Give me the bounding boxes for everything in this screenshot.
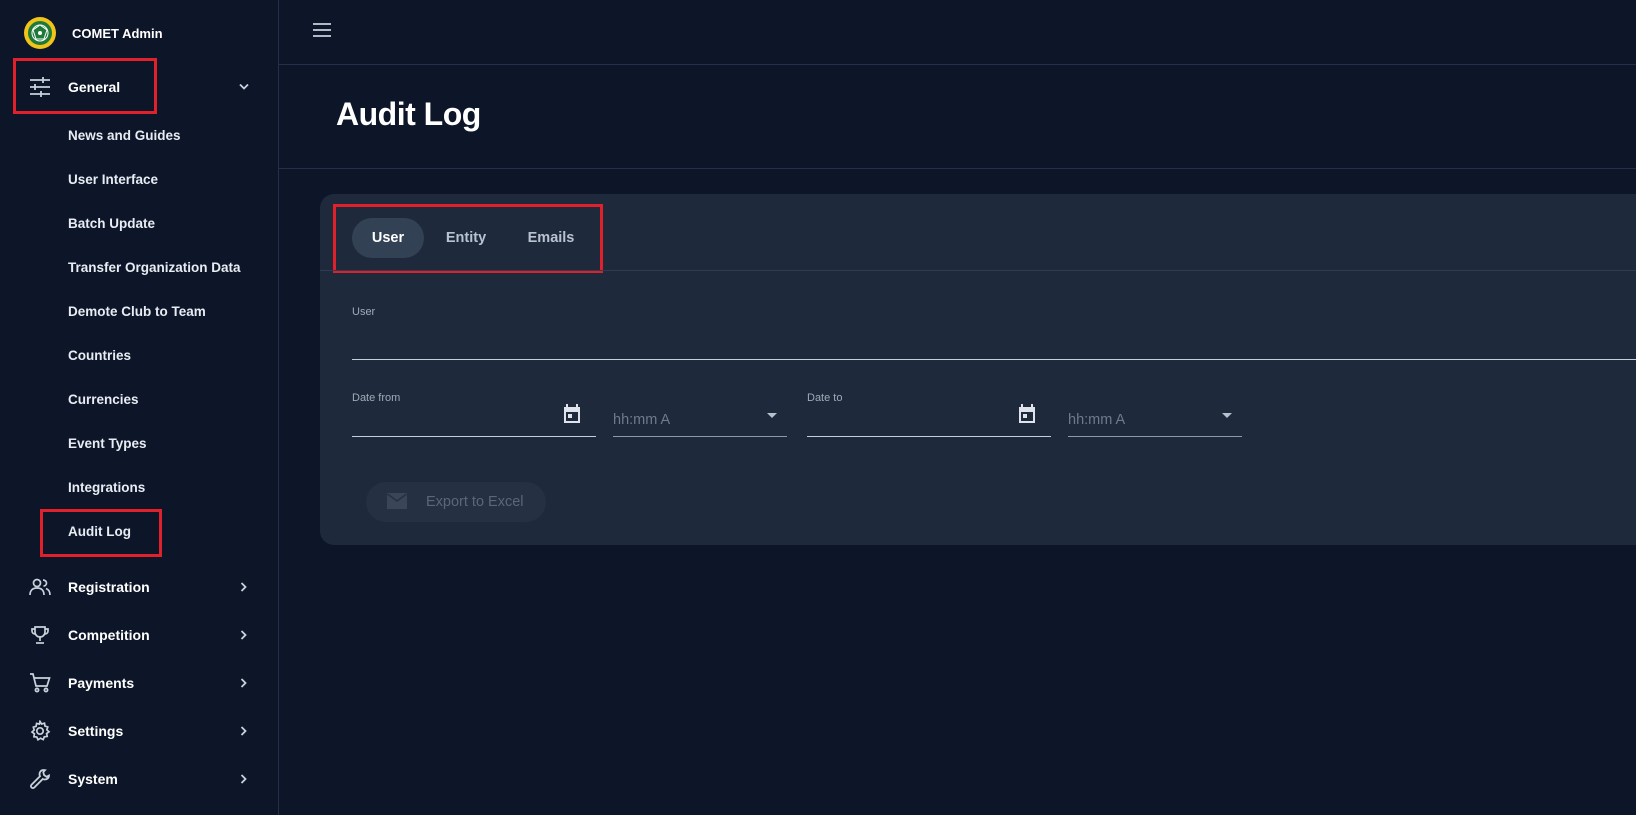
tabs-divider bbox=[320, 270, 1636, 271]
export-to-excel-label: Export to Excel bbox=[426, 494, 524, 510]
brand[interactable]: COMET Admin bbox=[24, 17, 163, 49]
people-icon bbox=[28, 575, 52, 599]
sidebar-item-registration[interactable]: Registration bbox=[0, 565, 279, 609]
comet-logo-icon bbox=[24, 17, 56, 49]
user-input[interactable] bbox=[352, 320, 1636, 354]
calendar-icon[interactable] bbox=[1017, 404, 1037, 424]
sidebar-item-countries[interactable]: Countries bbox=[68, 340, 131, 370]
time-to-underline bbox=[1068, 436, 1242, 437]
app-title: COMET Admin bbox=[72, 25, 163, 41]
tab-entity[interactable]: Entity bbox=[430, 218, 502, 258]
sidebar-item-news-and-guides[interactable]: News and Guides bbox=[68, 120, 181, 150]
sidebar-item-demote-club-to-team[interactable]: Demote Club to Team bbox=[68, 296, 206, 326]
gear-icon bbox=[28, 719, 52, 743]
calendar-icon[interactable] bbox=[562, 404, 582, 424]
sidebar-item-competition-label: Competition bbox=[68, 627, 150, 643]
sidebar-item-competition[interactable]: Competition bbox=[0, 613, 279, 657]
time-to-select[interactable]: hh:mm A bbox=[1068, 412, 1125, 428]
date-to-input[interactable] bbox=[807, 404, 1007, 430]
user-field-label: User bbox=[352, 306, 376, 318]
time-from-select[interactable]: hh:mm A bbox=[613, 412, 670, 428]
date-from-input[interactable] bbox=[352, 404, 552, 430]
user-input-underline bbox=[352, 359, 1636, 360]
tune-icon bbox=[28, 75, 52, 99]
cart-icon bbox=[28, 671, 52, 695]
header-divider bbox=[279, 168, 1636, 169]
hamburger-menu-icon[interactable] bbox=[312, 22, 334, 42]
sidebar-item-transfer-organization-data[interactable]: Transfer Organization Data bbox=[68, 252, 241, 282]
sidebar-item-integrations[interactable]: Integrations bbox=[68, 472, 145, 502]
chevron-right-icon bbox=[236, 627, 252, 643]
tab-emails[interactable]: Emails bbox=[510, 218, 592, 258]
sidebar-item-payments[interactable]: Payments bbox=[0, 661, 279, 705]
sidebar-item-registration-label: Registration bbox=[68, 579, 150, 595]
chevron-right-icon bbox=[236, 675, 252, 691]
chevron-right-icon bbox=[236, 579, 252, 595]
date-to-label: Date to bbox=[807, 392, 843, 404]
sidebar-item-settings-label: Settings bbox=[68, 723, 124, 739]
sidebar-item-settings[interactable]: Settings bbox=[0, 709, 279, 753]
dropdown-arrow-icon[interactable] bbox=[765, 410, 779, 420]
sidebar: COMET Admin General News and Guides User… bbox=[0, 0, 279, 815]
topbar bbox=[279, 0, 1636, 65]
mail-icon bbox=[386, 492, 408, 515]
trophy-icon bbox=[28, 623, 52, 647]
export-to-excel-button[interactable]: Export to Excel bbox=[366, 482, 546, 522]
sidebar-item-audit-log[interactable]: Audit Log bbox=[68, 516, 131, 546]
page-title: Audit Log bbox=[336, 96, 481, 132]
sidebar-item-event-types[interactable]: Event Types bbox=[68, 428, 147, 458]
sidebar-item-general[interactable]: General bbox=[0, 65, 279, 109]
sidebar-item-system[interactable]: System bbox=[0, 757, 279, 801]
sidebar-item-general-label: General bbox=[68, 79, 121, 95]
chevron-right-icon bbox=[236, 771, 252, 787]
date-to-underline bbox=[807, 436, 1051, 437]
sidebar-item-payments-label: Payments bbox=[68, 675, 135, 691]
sidebar-item-system-label: System bbox=[68, 771, 118, 787]
audit-log-card: User Entity Emails User Date from hh:mm … bbox=[320, 194, 1636, 545]
sidebar-item-currencies[interactable]: Currencies bbox=[68, 384, 139, 414]
chevron-down-icon bbox=[236, 79, 252, 95]
sidebar-item-batch-update[interactable]: Batch Update bbox=[68, 208, 155, 238]
wrench-icon bbox=[28, 767, 52, 791]
dropdown-arrow-icon[interactable] bbox=[1220, 410, 1234, 420]
date-from-underline bbox=[352, 436, 596, 437]
sidebar-item-user-interface[interactable]: User Interface bbox=[68, 164, 158, 194]
chevron-right-icon bbox=[236, 723, 252, 739]
date-from-label: Date from bbox=[352, 392, 401, 404]
time-from-underline bbox=[613, 436, 787, 437]
tab-user[interactable]: User bbox=[352, 218, 424, 258]
